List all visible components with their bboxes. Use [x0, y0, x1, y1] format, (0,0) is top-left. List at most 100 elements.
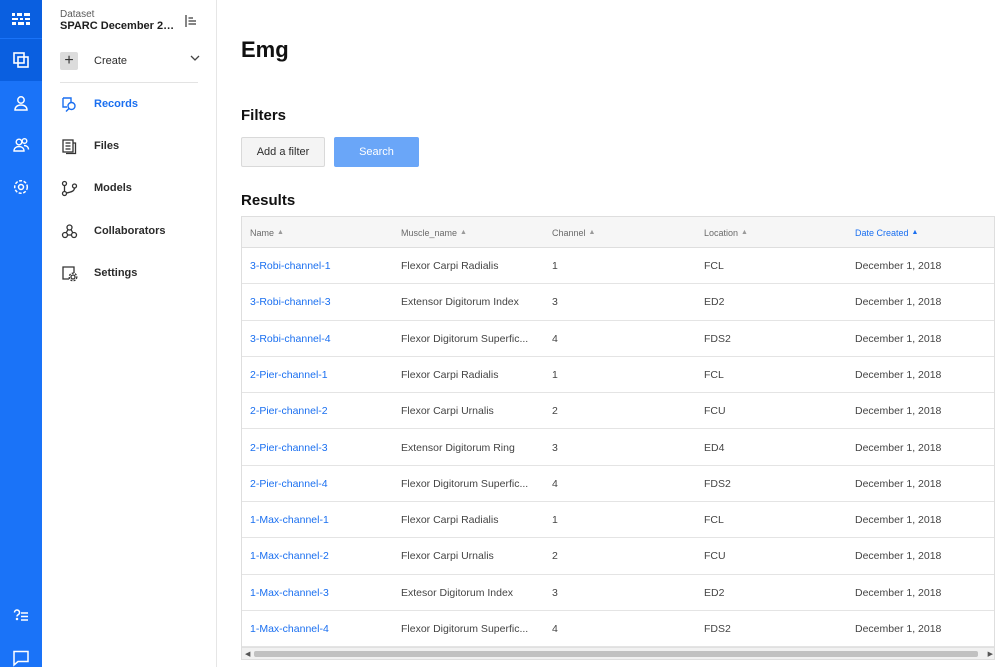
- cell-date-created: December 1, 2018: [855, 441, 942, 454]
- column-header-muscle-name[interactable]: Muscle_name ▲: [401, 217, 539, 248]
- table-row[interactable]: 2-Pier-channel-1 Flexor Carpi Radialis 1 FC…: [242, 357, 994, 394]
- sidebar-item-models[interactable]: Models: [60, 177, 210, 199]
- cell-date-created: December 1, 2018: [855, 514, 942, 527]
- page-title: Emg: [241, 37, 289, 62]
- sort-caret-icon: ▲: [911, 229, 919, 236]
- cell-muscle-name: Flexor Digitorum Superfic...: [401, 332, 529, 345]
- cell-muscle-name: Extesor Digitorum Index: [401, 586, 514, 599]
- table-row[interactable]: 1-Max-channel-1 Flexor Carpi Radialis 1 FCL…: [242, 502, 994, 539]
- icon-rail: [0, 0, 42, 667]
- cell-name[interactable]: 3-Robi-channel-1: [250, 248, 390, 284]
- dataset-sidebar: Dataset SPARC December 2018 + Create Rec…: [42, 0, 217, 667]
- cell-channel: 1: [552, 368, 558, 381]
- profile-icon[interactable]: [0, 82, 42, 124]
- scrollbar-thumb[interactable]: [254, 651, 978, 657]
- cell-channel: 4: [552, 623, 558, 635]
- create-label: Create: [94, 55, 128, 67]
- scroll-left-icon[interactable]: ◀: [245, 650, 250, 658]
- help-icon[interactable]: [0, 595, 42, 637]
- chevron-down-icon: [190, 55, 200, 61]
- horizontal-scrollbar[interactable]: ◀ ▶: [242, 647, 994, 659]
- table-row[interactable]: 2-Pier-channel-3 Extensor Digitorum Ring 3…: [242, 430, 994, 466]
- cell-name[interactable]: 3-Robi-channel-3: [250, 284, 390, 320]
- table-row[interactable]: 1-Max-channel-3 Extesor Digitorum Index 3 E…: [242, 575, 994, 611]
- dataset-name[interactable]: SPARC December 2018: [60, 20, 175, 32]
- cell-muscle-name: Flexor Carpi Radialis: [401, 514, 499, 527]
- cell-name[interactable]: 1-Max-channel-4: [250, 611, 390, 647]
- column-header-location[interactable]: Location ▲: [704, 217, 834, 248]
- column-header-name[interactable]: Name ▲: [250, 217, 390, 248]
- cell-name[interactable]: 2-Pier-channel-4: [250, 466, 390, 502]
- sidebar-item-label: Records: [94, 98, 139, 110]
- team-icon[interactable]: [0, 124, 42, 166]
- settings-icon[interactable]: [0, 166, 42, 208]
- create-menu[interactable]: + Create: [60, 50, 200, 72]
- search-button[interactable]: Search: [334, 137, 419, 167]
- column-header-label: Location: [704, 227, 739, 238]
- table-row[interactable]: 1-Max-channel-2 Flexor Carpi Urnalis 2 FCU D…: [242, 538, 994, 575]
- cell-location: ED2: [704, 586, 725, 599]
- table-row[interactable]: 3-Robi-channel-4 Flexor Digitorum Superfi…: [242, 321, 994, 357]
- sidebar-item-label: Collaborators: [94, 225, 166, 237]
- table-row[interactable]: 3-Robi-channel-1 Flexor Carpi Radialis 1 FC…: [242, 248, 994, 285]
- cell-location: FDS2: [704, 332, 731, 345]
- cell-name[interactable]: 1-Max-channel-2: [250, 538, 390, 574]
- cell-name[interactable]: 2-Pier-channel-1: [250, 357, 390, 393]
- cell-date-created: December 1, 2018: [855, 623, 942, 635]
- cell-name[interactable]: 2-Pier-channel-3: [250, 430, 390, 466]
- cell-location: FCU: [704, 405, 726, 418]
- app-logo-icon[interactable]: [0, 0, 42, 38]
- cell-date-created: December 1, 2018: [855, 260, 942, 272]
- cell-location: FCL: [704, 368, 724, 381]
- filters-heading: Filters: [241, 107, 287, 124]
- sort-caret-icon: ▲: [277, 229, 284, 236]
- chat-icon[interactable]: [0, 637, 42, 667]
- settings-page-icon: [60, 264, 78, 282]
- table-row[interactable]: 2-Pier-channel-2 Flexor Carpi Urnalis 2 FCU…: [242, 393, 994, 430]
- cell-location: FDS2: [704, 623, 731, 635]
- cell-channel: 1: [552, 514, 558, 527]
- cell-muscle-name: Flexor Digitorum Superfic...: [401, 623, 529, 635]
- sort-caret-icon: ▲: [460, 229, 467, 236]
- sidebar-item-settings[interactable]: Settings: [60, 262, 210, 284]
- table-row[interactable]: 3-Robi-channel-3 Extensor Digitorum Index…: [242, 284, 994, 321]
- column-header-label: Muscle_name: [401, 227, 458, 238]
- cell-date-created: December 1, 2018: [855, 477, 942, 490]
- cell-muscle-name: Extensor Digitorum Index: [401, 296, 519, 309]
- cell-muscle-name: Flexor Carpi Urnalis: [401, 550, 494, 563]
- cell-name[interactable]: 1-Max-channel-3: [250, 575, 390, 611]
- cell-channel: 3: [552, 296, 558, 309]
- cell-name[interactable]: 2-Pier-channel-2: [250, 393, 390, 429]
- app-window: Dataset SPARC December 2018 + Create Rec…: [0, 0, 1000, 667]
- cell-channel: 4: [552, 477, 558, 490]
- collapse-sidebar-icon[interactable]: [184, 14, 198, 28]
- cell-name[interactable]: 1-Max-channel-1: [250, 502, 390, 538]
- sidebar-item-files[interactable]: Files: [60, 135, 210, 157]
- column-header-date-created[interactable]: Date Created ▲: [855, 217, 993, 248]
- records-icon: [60, 95, 78, 113]
- sidebar-item-label: Settings: [94, 267, 138, 279]
- cell-location: ED2: [704, 296, 725, 309]
- cell-muscle-name: Flexor Carpi Urnalis: [401, 405, 494, 418]
- results-heading: Results: [241, 192, 296, 209]
- cell-date-created: December 1, 2018: [855, 332, 942, 345]
- models-icon: [60, 179, 78, 197]
- add-filter-button[interactable]: Add a filter: [241, 137, 325, 167]
- column-header-channel[interactable]: Channel ▲: [552, 217, 682, 248]
- sidebar-divider: [60, 82, 198, 83]
- sidebar-item-collaborators[interactable]: Collaborators: [60, 220, 210, 242]
- cell-date-created: December 1, 2018: [855, 296, 942, 309]
- cell-muscle-name: Extensor Digitorum Ring: [401, 441, 515, 454]
- cell-name[interactable]: 3-Robi-channel-4: [250, 321, 390, 357]
- files-icon: [60, 137, 78, 155]
- cell-location: FDS2: [704, 477, 731, 490]
- sidebar-item-records[interactable]: Records: [60, 93, 210, 115]
- scroll-right-icon[interactable]: ▶: [988, 650, 993, 658]
- datasets-icon[interactable]: [0, 39, 42, 81]
- table-row[interactable]: 1-Max-channel-4 Flexor Digitorum Superfic…: [242, 611, 994, 648]
- table-row[interactable]: 2-Pier-channel-4 Flexor Digitorum Superfi…: [242, 466, 994, 503]
- collaborators-icon: [60, 222, 78, 240]
- cell-location: FCL: [704, 514, 724, 527]
- cell-channel: 1: [552, 260, 558, 272]
- sort-caret-icon: ▲: [741, 229, 748, 236]
